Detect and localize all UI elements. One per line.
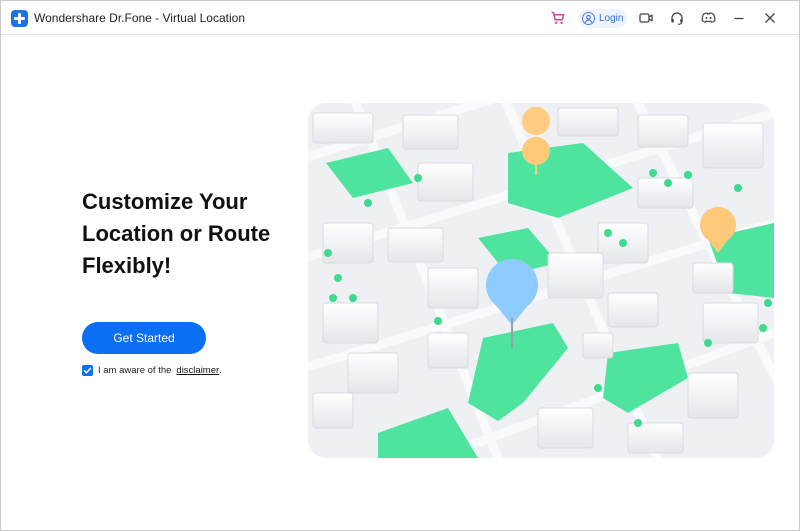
disclaimer-consent: I am aware of the disclaimer. — [82, 365, 222, 376]
window-title: Wondershare Dr.Fone - Virtual Location — [34, 11, 246, 25]
app-window: Wondershare Dr.Fone - Virtual Location L… — [0, 0, 800, 531]
hero-title: Customize Your Location or Route Flexibl… — [82, 186, 302, 282]
title-bar[interactable]: Wondershare Dr.Fone - Virtual Location L… — [1, 1, 799, 35]
hero-title-line: Location or Route — [82, 221, 271, 246]
hero-title-line: Flexibly! — [82, 253, 172, 278]
user-icon — [582, 12, 595, 25]
disclaimer-checkbox[interactable] — [82, 365, 93, 376]
app-logo-icon — [11, 10, 28, 27]
city-map-illustration — [308, 103, 774, 458]
consent-text: I am aware of the — [98, 365, 172, 376]
discord-icon[interactable] — [699, 9, 717, 27]
check-icon — [83, 367, 92, 374]
camera-icon[interactable] — [637, 9, 655, 27]
get-started-button[interactable]: Get Started — [82, 322, 206, 354]
login-button[interactable]: Login — [579, 9, 627, 28]
consent-suffix: . — [219, 365, 222, 376]
login-label: Login — [599, 13, 624, 24]
hero-title-line: Customize Your — [82, 189, 248, 214]
minimize-icon[interactable] — [730, 9, 748, 27]
disclaimer-link[interactable]: disclaimer — [176, 365, 219, 376]
close-icon[interactable] — [761, 9, 779, 27]
headset-icon[interactable] — [668, 9, 686, 27]
cart-icon[interactable] — [549, 9, 567, 27]
